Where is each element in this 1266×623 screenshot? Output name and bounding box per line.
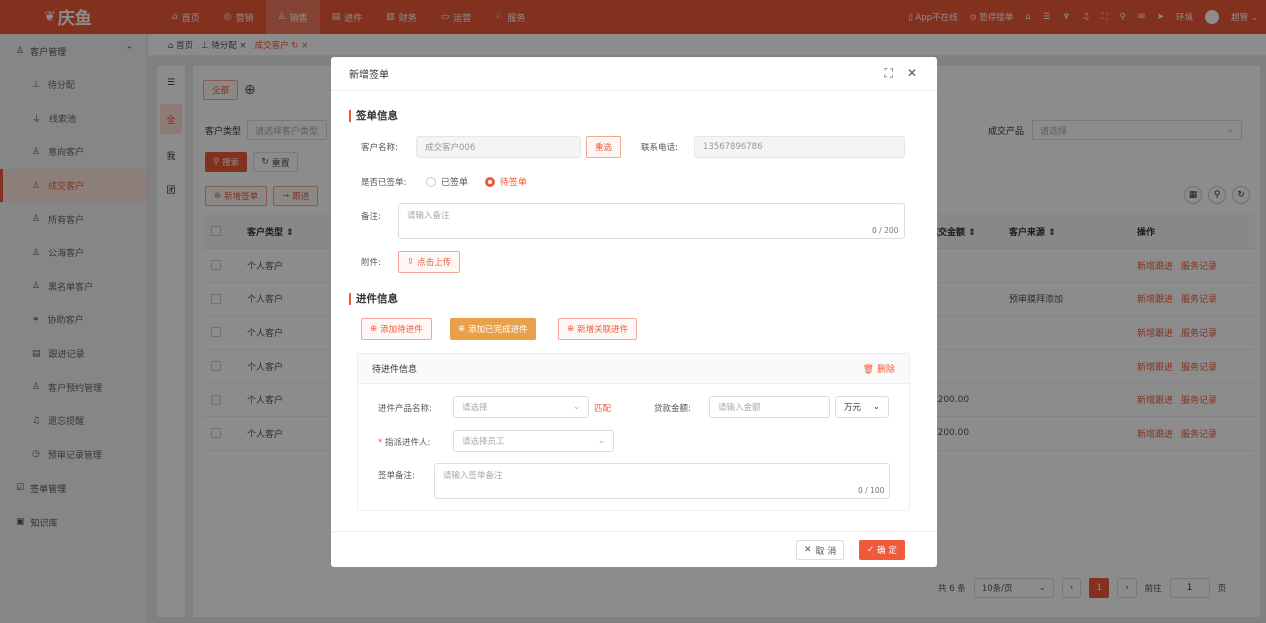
reselect-button[interactable]: 重选 xyxy=(586,136,622,158)
cancel-button[interactable]: ✕ 取 消 xyxy=(796,540,845,560)
delete-label: 删除 xyxy=(876,365,895,375)
required-mark: * xyxy=(378,438,383,448)
new-sign-modal: 新增签单 ⛶ ✕ 签单信息 客户名称: 成交客户006 重选 联系电话: 135… xyxy=(331,57,937,567)
modal-header: 新增签单 ⛶ ✕ xyxy=(331,57,937,91)
phone-field: 13567896786 xyxy=(694,136,905,158)
chevron-down-icon: ⌄ xyxy=(572,402,580,412)
loan-amount-input[interactable]: 请输入金额 xyxy=(709,396,830,418)
plus-circle-icon: ⊕ xyxy=(458,324,466,334)
check-icon: ✓ xyxy=(867,545,875,555)
unit-value: 万元 xyxy=(844,403,862,413)
radio-signed-label: 已签单 xyxy=(441,178,469,188)
note-placeholder: 请输入备注 xyxy=(407,211,450,221)
radio-circle-selected xyxy=(484,176,495,187)
add-related-loan-button[interactable]: ⊕ 新增关联进件 xyxy=(558,318,638,340)
pending-loan-card: 待进件信息 🗑 删除 进件产品名称: 请选择 ⌄ 匹配 贷款金额: 请输入金额 万… xyxy=(357,353,910,511)
sign-note-placeholder: 请输入签单备注 xyxy=(443,471,503,481)
assignee-placeholder: 请选择员工 xyxy=(462,437,505,447)
customer-name-field: 成交客户006 xyxy=(416,136,581,158)
sign-note-textarea[interactable]: 请输入签单备注 xyxy=(434,463,890,499)
modal-title: 新增签单 xyxy=(349,70,389,81)
chevron-down-icon: ⌄ xyxy=(597,436,605,446)
trash-icon: 🗑 xyxy=(862,365,875,375)
attachment-label: 附件: xyxy=(361,258,381,268)
section-sign-info: 签单信息 xyxy=(349,110,398,122)
signed-status-label: 是否已签单: xyxy=(361,178,407,188)
sign-note-counter: 0 / 100 xyxy=(858,486,885,495)
product-select[interactable]: 请选择 ⌄ xyxy=(453,396,589,418)
sign-note-label: 签单备注: xyxy=(378,471,415,481)
chevron-down-icon: ⌄ xyxy=(872,402,880,412)
radio-pending[interactable]: 待签单 xyxy=(484,175,527,188)
phone-label: 联系电话: xyxy=(641,143,678,153)
assignee-label: * 指派进件人: xyxy=(378,436,430,448)
assignee-label-text: 指派进件人: xyxy=(384,438,431,448)
unit-select[interactable]: 万元 ⌄ xyxy=(835,396,889,418)
close-icon[interactable]: ✕ xyxy=(907,66,917,81)
add-related-label: 新增关联进件 xyxy=(577,325,629,335)
signed-status-group: 已签单 待签单 xyxy=(426,175,541,190)
radio-signed[interactable]: 已签单 xyxy=(426,175,468,188)
upload-icon: ⇪ xyxy=(407,257,415,267)
note-textarea[interactable]: 请输入备注 xyxy=(398,203,905,239)
assignee-select[interactable]: 请选择员工 ⌄ xyxy=(453,430,614,452)
upload-button[interactable]: ⇪ 点击上传 xyxy=(398,251,461,273)
add-pending-label: 添加待进件 xyxy=(380,325,423,335)
pending-loan-card-header: 待进件信息 🗑 删除 xyxy=(358,354,909,384)
customer-name-label: 客户名称: xyxy=(361,143,398,153)
cancel-label: 取 消 xyxy=(815,546,837,557)
plus-circle-icon: ⊕ xyxy=(567,324,575,334)
close-icon: ✕ xyxy=(804,545,812,555)
add-completed-label: 添加已完成进件 xyxy=(468,325,528,335)
section-loan-info: 进件信息 xyxy=(349,293,398,305)
match-link[interactable]: 匹配 xyxy=(594,402,611,414)
radio-pending-label: 待签单 xyxy=(499,178,527,188)
upload-label: 点击上传 xyxy=(417,258,452,268)
plus-circle-icon: ⊕ xyxy=(370,324,378,334)
fullscreen-icon[interactable]: ⛶ xyxy=(885,66,893,81)
delete-card-button[interactable]: 🗑 删除 xyxy=(863,362,895,375)
product-label: 进件产品名称: xyxy=(378,404,432,414)
modal-footer: ✕ 取 消 ✓ 确 定 xyxy=(331,531,937,567)
note-label: 备注: xyxy=(361,212,381,222)
add-completed-loan-button[interactable]: ⊕ 添加已完成进件 xyxy=(450,318,536,340)
note-counter: 0 / 200 xyxy=(872,226,899,235)
loan-amount-label: 贷款金额: xyxy=(654,404,691,414)
add-pending-loan-button[interactable]: ⊕ 添加待进件 xyxy=(361,318,432,340)
radio-circle xyxy=(426,176,436,187)
card-title: 待进件信息 xyxy=(372,365,418,375)
confirm-button[interactable]: ✓ 确 定 xyxy=(859,540,905,560)
confirm-label: 确 定 xyxy=(877,546,897,556)
product-placeholder: 请选择 xyxy=(462,403,488,413)
